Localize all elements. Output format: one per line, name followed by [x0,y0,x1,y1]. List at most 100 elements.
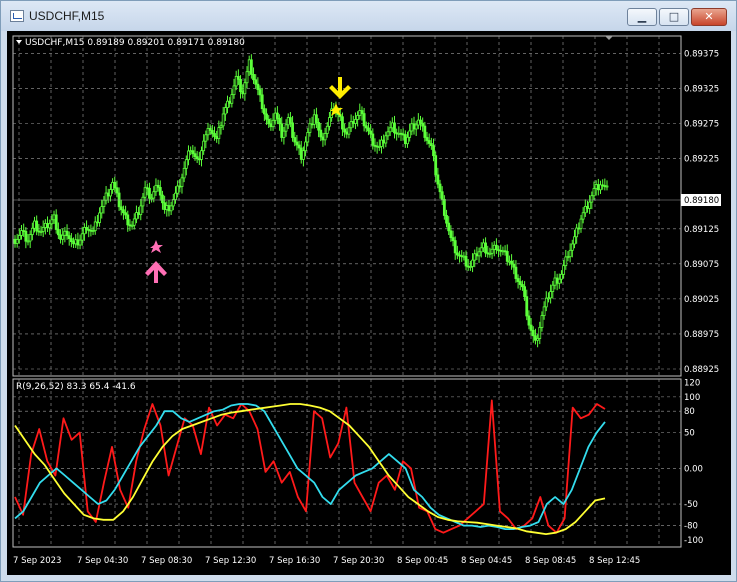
time-tick-label: 8 Sep 08:45 [525,556,576,566]
candle-body [275,112,279,119]
indicator-tick-label: 120 [684,379,700,389]
candle-body [115,187,119,194]
candle-body [76,239,80,246]
candle-body [369,130,373,135]
candle-body [475,253,479,257]
minimize-button[interactable]: ▁ [627,8,657,26]
indicator-tick-label: 50 [684,429,695,439]
candle-body [122,209,125,214]
candle-body [547,297,550,300]
candle-body [67,235,71,240]
candle-body [247,59,251,73]
candle-body [395,132,399,135]
candle-body [501,250,505,253]
candle-body [488,252,492,255]
chart-canvas[interactable]: 0.89375 0.89325 0.89275 0.89225 0.89125 0.890… [7,31,731,575]
candle-body [429,143,433,147]
candle-body [438,183,442,193]
candle-body [200,150,203,160]
candle-body [544,297,548,308]
candle-body [243,82,247,95]
star-icon [150,240,163,253]
candle-body [230,94,234,104]
candle-body [72,241,75,245]
chart-client-area[interactable]: 0.89375 0.89325 0.89275 0.89225 0.89125 0.890… [7,31,731,575]
candle-body [93,221,97,232]
candle-body [579,218,583,230]
candle-body [486,252,490,255]
current-price-label: 0.89180 [684,196,719,206]
chart-grid [13,36,681,547]
candle-body [382,139,386,144]
maximize-button[interactable]: □ [659,8,689,26]
candle-body [512,263,516,268]
candle-body [61,234,65,240]
close-icon: ✕ [704,10,714,23]
candle-body [596,184,600,191]
sell-signal[interactable] [329,77,351,116]
price-tick-label: 0.89275 [684,120,719,130]
symbol-dropdown-icon[interactable] [16,40,22,44]
candle-body [518,281,522,285]
candle-body [193,153,197,158]
candle-body [54,214,58,230]
candle-body [397,132,401,135]
candle-body [590,195,594,203]
candle-body [234,75,238,87]
indicator-tick-label: 80 [684,407,695,417]
candle-body [98,212,101,223]
candle-body [156,184,160,188]
candle-body [534,335,537,341]
candle-body [74,239,78,245]
close-button[interactable]: ✕ [691,8,727,26]
candle-body [312,114,316,125]
candle-body [206,128,210,136]
time-tick-label: 7 Sep 12:30 [205,556,256,566]
candle-body [13,238,17,244]
candle-body [87,229,91,231]
candle-body [514,266,518,279]
candle-body [560,273,563,280]
candle-body [412,123,416,130]
candle-body [536,338,540,341]
candle-body [15,239,19,244]
candle-body [577,227,581,230]
time-tick-label: 7 Sep 16:30 [269,556,320,566]
candle-body [510,260,513,265]
candle-body [531,330,535,337]
candle-body [113,181,117,189]
candle-body [124,212,127,216]
chart-header: USDCHF,M15 0.89189 0.89201 0.89171 0.891… [25,38,245,48]
title-bar[interactable]: USDCHF,M15 ▁ □ ✕ [1,1,736,31]
price-tick-label: 0.88975 [684,330,719,340]
candle-body [477,251,481,257]
candle-body [594,184,598,189]
candle-body [132,218,136,226]
candle-body [603,185,607,187]
candle-body [241,91,245,95]
window-title: USDCHF,M15 [29,9,105,23]
candle-body [495,244,498,251]
candle-body [80,233,84,241]
candle-body [601,184,605,187]
candle-body [137,212,141,216]
candle-body [126,214,130,226]
candle-body [252,74,255,81]
candle-body [436,174,440,185]
candle-body [440,191,444,200]
candle-body [399,132,403,135]
candle-body [135,212,138,220]
price-tick-label: 0.89025 [684,295,719,305]
candle-body [141,196,145,207]
candle-body [421,122,425,127]
buy-signal[interactable] [145,240,167,283]
candle-body [278,118,281,125]
candle-body [427,140,431,144]
candle-body [295,141,299,146]
indicator-tick-label: 0.00 [684,464,703,474]
candle-body [542,306,546,316]
candle-body [455,252,459,256]
candle-body [167,205,171,212]
candle-body [100,206,104,214]
candle-body [449,230,453,239]
